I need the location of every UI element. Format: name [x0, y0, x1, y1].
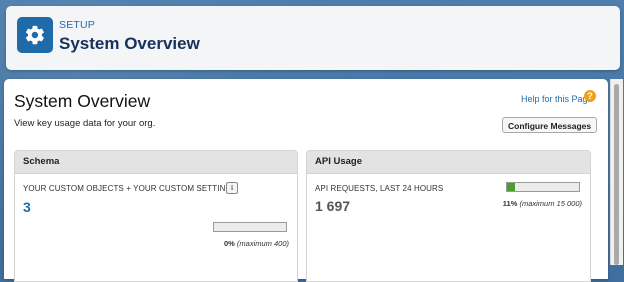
schema-usage-percent: 0% (maximum 400)	[224, 239, 289, 248]
api-percent-value: 11%	[502, 199, 518, 208]
api-usage-bar-fill	[507, 183, 515, 191]
schema-maximum-text: (maximum 400)	[236, 239, 289, 248]
configure-messages-button[interactable]: Configure Messages	[502, 117, 598, 133]
schema-usage-bar	[213, 222, 287, 232]
schema-panel: Schema YOUR CUSTOM OBJECTS + YOUR CUSTOM…	[14, 150, 298, 282]
page-description: View key usage data for your org.	[14, 118, 156, 129]
gear-icon	[25, 25, 44, 45]
help-icon[interactable]: ?	[584, 90, 596, 102]
api-metric-value: 1 697	[315, 198, 351, 214]
scrollbar-thumb[interactable]	[614, 84, 619, 265]
api-usage-panel: API Usage API REQUESTS, LAST 24 HOURS 1 …	[306, 150, 591, 282]
schema-percent-value: 0%	[223, 239, 235, 248]
header-title: System Overview	[59, 34, 200, 53]
api-usage-bar	[506, 182, 580, 192]
api-usage-percent: 11% (maximum 15 000)	[503, 199, 582, 208]
info-icon[interactable]: i	[226, 182, 238, 194]
help-link[interactable]: Help for this Page	[521, 94, 593, 104]
content-area: System Overview View key usage data for …	[4, 79, 608, 282]
setup-gear-tile	[17, 17, 53, 53]
breadcrumb[interactable]: SETUP	[59, 19, 95, 31]
schema-metric-value[interactable]: 3	[23, 199, 31, 215]
api-metric-label: API REQUESTS, LAST 24 HOURS	[315, 184, 444, 193]
scrollbar[interactable]	[610, 79, 623, 265]
api-maximum-text: (maximum 15 000)	[519, 199, 582, 208]
schema-metric-label: YOUR CUSTOM OBJECTS + YOUR CUSTOM SETTIN…	[23, 184, 238, 193]
api-panel-heading: API Usage	[307, 151, 590, 174]
setup-header: SETUP System Overview	[6, 6, 620, 70]
schema-panel-heading: Schema	[15, 151, 297, 174]
page-title: System Overview	[14, 91, 151, 111]
